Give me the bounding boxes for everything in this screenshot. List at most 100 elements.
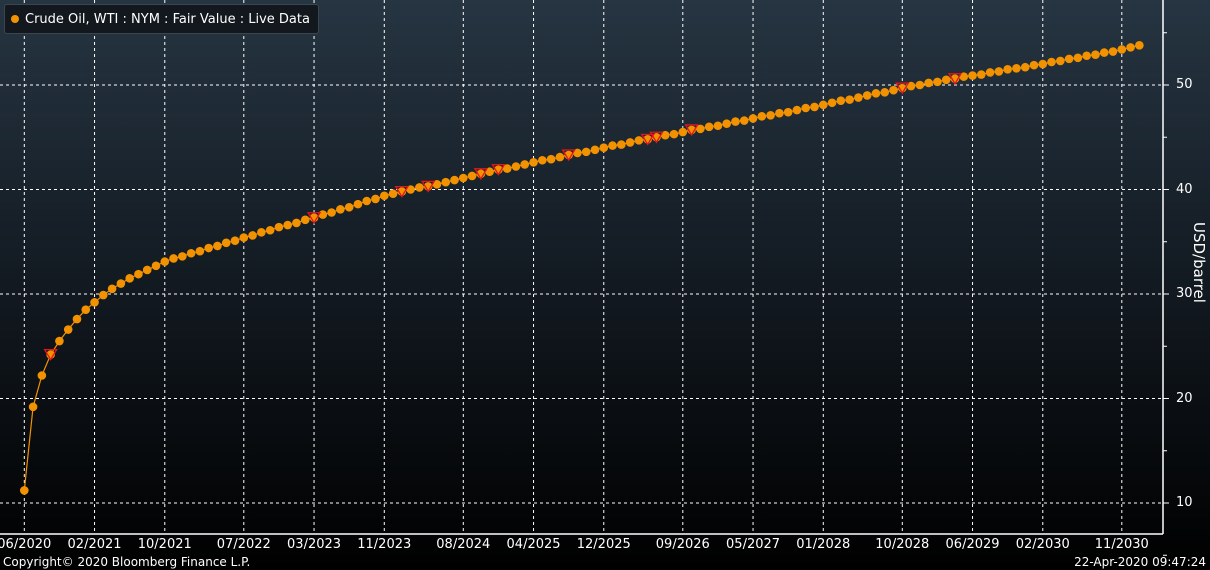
data-point [213,241,222,251]
y-tick-label: 30 [1176,286,1193,301]
data-point [353,199,363,209]
data-point [1099,48,1109,57]
data-point [37,371,47,380]
data-point [1003,65,1012,74]
legend-marker-icon [11,15,19,23]
data-point [441,177,451,187]
data-point [1029,60,1039,70]
data-point [178,252,187,261]
data-point [625,138,635,147]
timestamp: 22-Apr-2020 09:47:24 [1074,555,1206,569]
x-tick-label: 06/2029 [945,537,1000,552]
data-point [731,117,740,126]
data-point [362,196,372,206]
data-point [792,105,802,115]
data-point [1012,63,1021,73]
data-point [1047,57,1056,67]
data-point [818,100,828,110]
data-point [265,225,275,235]
data-point [81,305,91,314]
data-point [880,88,890,97]
data-point [783,107,793,117]
y-tick-label: 50 [1176,77,1193,92]
y-axis-label: USD/barrel [1190,222,1208,303]
data-point [1038,59,1048,69]
x-tick-label: 01/2028 [796,537,851,552]
data-point [739,116,749,125]
x-tick-label: 05/2027 [726,537,781,552]
data-point [520,160,530,169]
data-point [186,248,196,258]
data-point [300,215,310,225]
x-tick-label: 10/2028 [875,537,930,552]
data-point [827,98,837,108]
data-point [836,96,846,105]
y-tick-label: 10 [1176,495,1193,510]
data-point [845,95,854,104]
data-point [467,171,477,181]
data-point [933,77,942,87]
x-tick-label: 03/2023 [287,537,342,552]
data-point [20,486,29,495]
data-point [915,80,925,90]
data-point [204,243,213,253]
data-point [1020,62,1030,72]
data-point [72,314,82,324]
x-tick-label: 11/2030 [1094,537,1149,552]
data-point [1082,51,1091,61]
data-point [599,143,609,152]
data-point [230,236,240,246]
data-point [125,274,134,283]
data-point [1108,47,1118,56]
data-point [941,75,951,85]
x-tick-label: 06/2020 [0,537,52,552]
data-point [538,155,547,165]
data-point [854,93,863,102]
x-tick-label: 11/2023 [357,537,412,552]
legend: Crude Oil, WTI : NYM : Fair Value : Live… [4,4,319,34]
data-point [704,122,714,132]
y-tick-label: 40 [1176,181,1193,197]
data-point [1091,50,1100,59]
data-point [195,246,205,256]
data-point [371,194,380,204]
data-point [318,210,328,219]
data-point [590,145,600,155]
data-point [169,254,178,263]
x-tick-label: 04/2025 [506,537,561,552]
data-point [1064,54,1074,64]
data-point [862,91,872,100]
data-point [344,202,354,212]
data-point [757,112,767,121]
data-point [546,154,556,164]
data-point [608,141,617,150]
x-tick-label: 10/2021 [137,537,192,552]
data-point [775,108,784,118]
data-point [529,158,538,167]
copyright: Copyright© 2020 Bloomberg Finance L.P. [3,555,251,569]
data-point [994,67,1004,76]
data-point [511,162,521,171]
data-point [977,70,986,79]
data-point [1073,53,1083,63]
data-point [889,85,898,95]
chart-plot [0,0,1169,556]
data-point [336,205,345,214]
data-point [678,127,688,137]
data-point [669,129,679,139]
data-point [1126,43,1135,52]
data-point [985,68,995,77]
data-point [28,402,38,412]
data-point [107,284,117,294]
data-point [151,261,161,271]
data-point [379,191,389,201]
data-point [617,140,626,149]
x-tick-label: 08/2024 [436,537,491,552]
data-point [283,220,293,230]
data-point [160,257,170,266]
data-point [555,152,565,162]
data-point [713,121,723,131]
data-point [248,231,257,240]
data-point [968,71,977,80]
data-point [1135,40,1144,50]
